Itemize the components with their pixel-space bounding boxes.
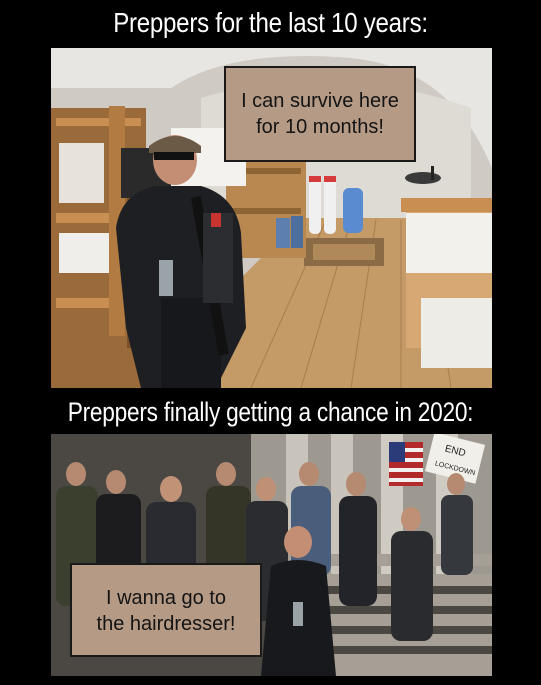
american-flag xyxy=(389,442,423,486)
bubble-bottom-line2: the hairdresser! xyxy=(96,613,236,635)
bubble-bottom-line1: I wanna go to xyxy=(105,587,227,609)
speech-bubble-bottom: I wanna go to the hairdresser! xyxy=(70,563,262,657)
bubble-top-line2: for 10 months! xyxy=(256,116,384,138)
middle-caption: Preppers finally getting a chance in 202… xyxy=(67,397,474,427)
top-caption: Preppers for the last 10 years: xyxy=(113,7,428,38)
speech-bubble-top: I can survive here for 10 months! xyxy=(224,66,416,162)
bubble-top-line1: I can survive here xyxy=(241,90,399,112)
